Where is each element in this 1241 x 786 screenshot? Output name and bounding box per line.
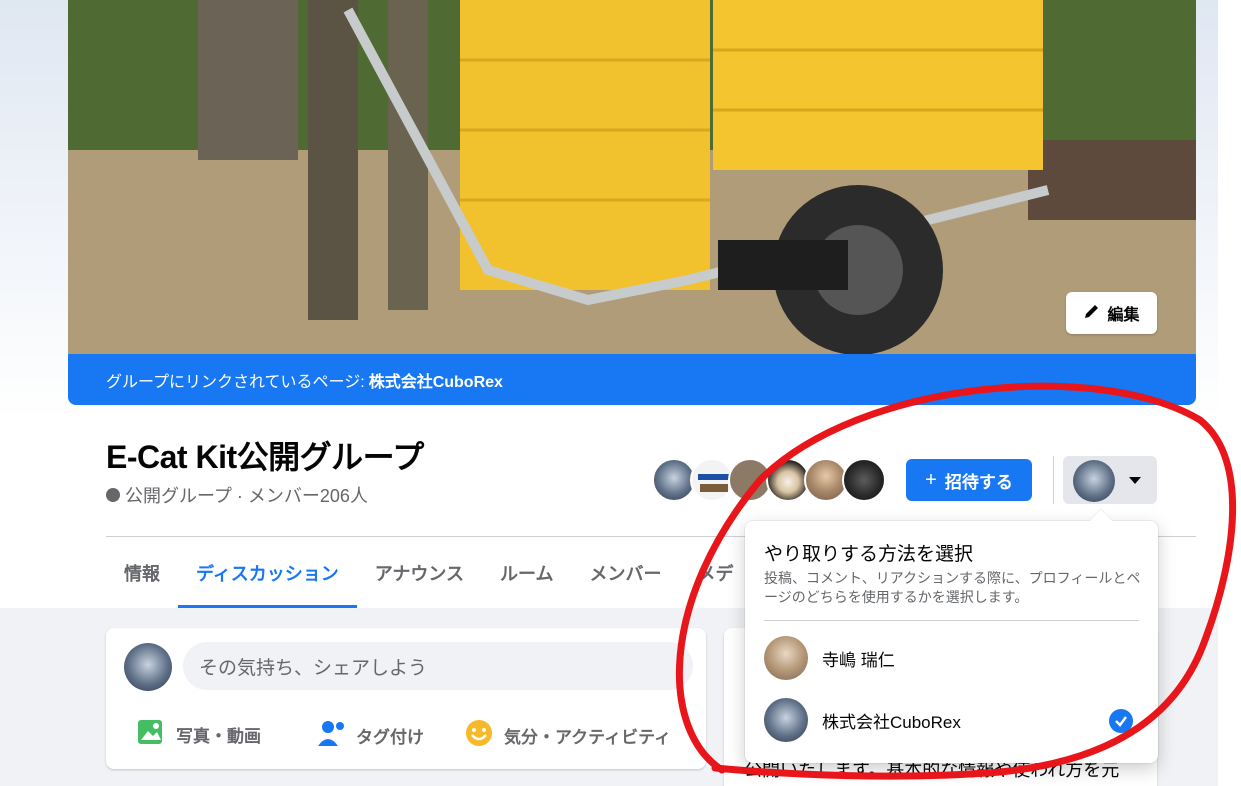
- group-name: E-Cat Kit公開グループ: [106, 439, 424, 475]
- invite-label: 招待する: [944, 472, 1013, 492]
- tag-people-icon: [316, 718, 346, 753]
- interact-as-menu: やり取りする方法を選択 投稿、コメント、リアクションする際に、プロフィールとペー…: [745, 509, 1158, 763]
- page-name: 株式会社CuboRex: [822, 712, 961, 732]
- profile-name: 寺嶋 瑞仁: [822, 650, 895, 670]
- feeling-icon: [464, 718, 494, 753]
- feeling-activity-button[interactable]: 気分・アクティビティ: [464, 718, 671, 753]
- menu-title: やり取りする方法を選択: [764, 544, 974, 565]
- cover-photo: [68, 0, 1196, 354]
- group-tabs: 情報 ディスカッション アナウンス ルーム メンバー メデ: [106, 538, 752, 608]
- group-meta: 公開グループ · メンバー206人: [106, 482, 368, 508]
- photo-video-button[interactable]: 写真・動画: [136, 718, 261, 751]
- group-privacy-members: 公開グループ · メンバー206人: [125, 486, 368, 506]
- menu-separator: [764, 620, 1139, 621]
- header-divider: [1053, 456, 1054, 504]
- tab-discussion[interactable]: ディスカッション: [178, 538, 357, 608]
- tab-members[interactable]: メンバー: [572, 538, 680, 608]
- linked-page-prefix: グループにリンクされているページ:: [106, 373, 365, 391]
- tag-people-button[interactable]: タグ付け: [316, 718, 424, 753]
- composer-actions: 写真・動画 タグ付け 気分・アクティビティ: [106, 710, 706, 756]
- member-avatar[interactable]: [842, 458, 886, 502]
- photo-video-label: 写真・動画: [176, 727, 261, 746]
- pencil-icon: [1083, 302, 1101, 325]
- edit-cover-button[interactable]: 編集: [1066, 292, 1157, 334]
- selected-check-icon: [1109, 709, 1133, 733]
- identity-option-page[interactable]: 株式会社CuboRex: [753, 691, 1150, 749]
- profile-avatar: [764, 636, 808, 680]
- plus-icon: +: [925, 468, 937, 491]
- linked-page-bar: グループにリンクされているページ: 株式会社CuboRex: [68, 354, 1196, 405]
- tab-media[interactable]: メデ: [680, 538, 752, 608]
- page-avatar: [764, 698, 808, 742]
- tag-people-label: タグ付け: [356, 728, 424, 747]
- composer-input[interactable]: その気持ち、シェアしよう: [183, 642, 693, 690]
- composer-avatar[interactable]: [124, 643, 172, 691]
- edit-cover-label: 編集: [1107, 307, 1140, 324]
- right-gutter: [1218, 0, 1241, 786]
- interact-as-button[interactable]: [1063, 456, 1157, 504]
- post-composer: その気持ち、シェアしよう 写真・動画 タグ付け 気分・アクティビティ: [106, 628, 706, 769]
- tab-about[interactable]: 情報: [106, 538, 178, 608]
- tab-announcements[interactable]: アナウンス: [357, 538, 482, 608]
- menu-pointer: [1089, 509, 1113, 533]
- current-identity-avatar: [1073, 460, 1115, 502]
- identity-option-profile[interactable]: 寺嶋 瑞仁: [753, 629, 1150, 687]
- linked-page-link[interactable]: 株式会社CuboRex: [369, 368, 503, 392]
- menu-description: 投稿、コメント、リアクションする際に、プロフィールとページのどちらを使用するかを…: [764, 570, 1141, 605]
- invite-button[interactable]: + 招待する: [906, 459, 1032, 501]
- tab-rooms[interactable]: ルーム: [482, 538, 571, 608]
- globe-icon: [106, 488, 120, 502]
- photo-icon: [136, 718, 166, 751]
- caret-down-icon: [1129, 477, 1141, 484]
- feeling-activity-label: 気分・アクティビティ: [504, 728, 672, 747]
- member-avatars[interactable]: [652, 458, 886, 502]
